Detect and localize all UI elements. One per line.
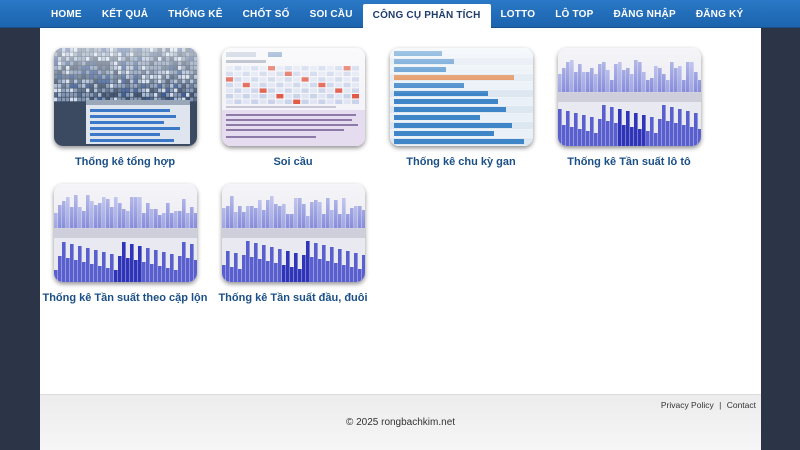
dark-grid-thumbnail-image [53,48,197,146]
thumbnail-thong-ke-chu-ky-gan[interactable] [389,48,533,146]
nav-ket-qua[interactable]: KẾT QUẢ [92,0,158,28]
nav-chot-so[interactable]: CHỐT SỐ [233,0,300,28]
nav-cong-cu-phan-tich[interactable]: CÔNG CỤ PHÂN TÍCH [362,4,491,28]
nav-soi-cau[interactable]: SOI CẦU [300,0,363,28]
nav-lo-top[interactable]: LÔ TOP [545,0,603,28]
thumbnail-thong-ke-tong-hop[interactable] [53,48,197,146]
footer: Privacy Policy | Contact © 2025 rongbach… [40,394,761,450]
copyright-text: © 2025 rongbachkim.net [345,417,456,428]
nav-dang-ky[interactable]: ĐĂNG KÝ [686,0,754,28]
tool-title-thong-ke-tong-hop[interactable]: Thống kê tổng hợp [40,156,210,168]
bar-list-thumbnail-image [389,48,533,146]
contact-link[interactable]: Contact [727,400,756,410]
frequency-chart-thumbnail-image [53,184,197,282]
privacy-policy-link[interactable]: Privacy Policy [661,400,714,410]
nav-dang-nhap[interactable]: ĐĂNG NHẬP [603,0,685,28]
thumbnail-thong-ke-tan-suat-lo-to[interactable] [557,48,701,146]
tool-card-soi-cau[interactable]: Soi cầu [208,48,378,168]
content-area: Thống kê tổng hợp Soi cầu Thống kê chu k… [40,28,761,394]
tool-title-thong-ke-chu-ky-gan[interactable]: Thống kê chu kỳ gan [376,156,546,168]
tool-card-thong-ke-chu-ky-gan[interactable]: Thống kê chu kỳ gan [376,48,546,168]
tool-title-thong-ke-tan-suat-theo-cap-lon[interactable]: Thống kê Tần suất theo cặp lộn [40,292,210,304]
tool-title-thong-ke-tan-suat-lo-to[interactable]: Thống kê Tần suất lô tô [544,156,714,168]
thumbnail-thong-ke-tan-suat-theo-cap-lon[interactable] [53,184,197,282]
tool-card-thong-ke-tan-suat-theo-cap-lon[interactable]: Thống kê Tần suất theo cặp lộn [40,184,210,304]
tool-title-thong-ke-tan-suat-dau-duoi[interactable]: Thống kê Tần suất đầu, đuôi [208,292,378,304]
main-nav: HOME KẾT QUẢ THỐNG KÊ CHỐT SỐ SOI CẦU CÔ… [41,0,753,28]
top-navigation-bar: HOME KẾT QUẢ THỐNG KÊ CHỐT SỐ SOI CẦU CÔ… [0,0,800,28]
number-table-thumbnail-image [221,48,365,146]
frequency-chart-thumbnail-image [221,184,365,282]
nav-thong-ke[interactable]: THỐNG KÊ [158,0,232,28]
tool-card-thong-ke-tong-hop[interactable]: Thống kê tổng hợp [40,48,210,168]
tool-card-thong-ke-tan-suat-lo-to[interactable]: Thống kê Tần suất lô tô [544,48,714,168]
footer-links: Privacy Policy | Contact [661,400,756,410]
footer-link-separator: | [719,400,722,410]
thumbnail-soi-cau[interactable] [221,48,365,146]
tool-title-soi-cau[interactable]: Soi cầu [208,156,378,168]
nav-lotto[interactable]: LOTTO [491,0,546,28]
nav-home[interactable]: HOME [41,0,92,28]
frequency-chart-thumbnail-image [557,48,701,146]
thumbnail-thong-ke-tan-suat-dau-duoi[interactable] [221,184,365,282]
tool-card-thong-ke-tan-suat-dau-duoi[interactable]: Thống kê Tần suất đầu, đuôi [208,184,378,304]
